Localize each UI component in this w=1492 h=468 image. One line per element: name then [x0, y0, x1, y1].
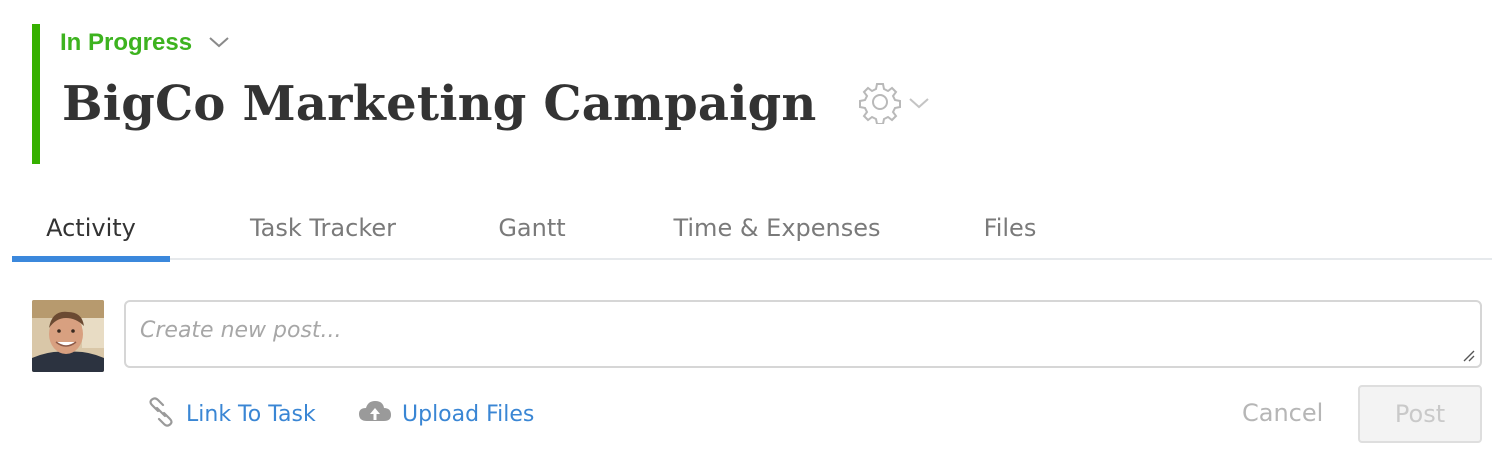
status-label: In Progress — [60, 29, 193, 56]
tab-task-tracker[interactable]: Task Tracker — [220, 196, 426, 260]
project-header: In Progress BigCo Marketing Campaign — [32, 24, 932, 164]
paperclip-icon — [146, 397, 176, 431]
chevron-down-icon — [208, 34, 230, 53]
upload-files-button[interactable]: Upload Files — [358, 396, 534, 432]
new-post-input[interactable] — [124, 300, 1482, 368]
resize-handle-icon[interactable] — [1462, 348, 1476, 367]
cancel-button[interactable]: Cancel — [1242, 396, 1323, 430]
page-title: BigCo Marketing Campaign — [62, 76, 817, 132]
title-row: BigCo Marketing Campaign — [62, 76, 930, 132]
status-dropdown[interactable]: In Progress — [60, 29, 230, 57]
project-settings-button[interactable] — [858, 80, 930, 128]
project-page: In Progress BigCo Marketing Campaign Act… — [0, 0, 1492, 468]
avatar — [32, 300, 104, 372]
link-to-task-button[interactable]: Link To Task — [146, 396, 316, 432]
link-to-task-label: Link To Task — [186, 401, 316, 427]
tab-bar: Activity Task Tracker Gantt Time & Expen… — [12, 196, 1492, 262]
post-button[interactable]: Post — [1358, 385, 1482, 443]
tab-time-expenses[interactable]: Time & Expenses — [652, 196, 902, 260]
cloud-upload-icon — [358, 399, 392, 429]
upload-files-label: Upload Files — [402, 401, 535, 427]
tab-gantt[interactable]: Gantt — [482, 196, 582, 260]
gear-icon — [858, 80, 902, 128]
tab-activity[interactable]: Activity — [12, 196, 170, 262]
tab-files[interactable]: Files — [962, 196, 1058, 260]
chevron-down-icon — [908, 95, 930, 114]
